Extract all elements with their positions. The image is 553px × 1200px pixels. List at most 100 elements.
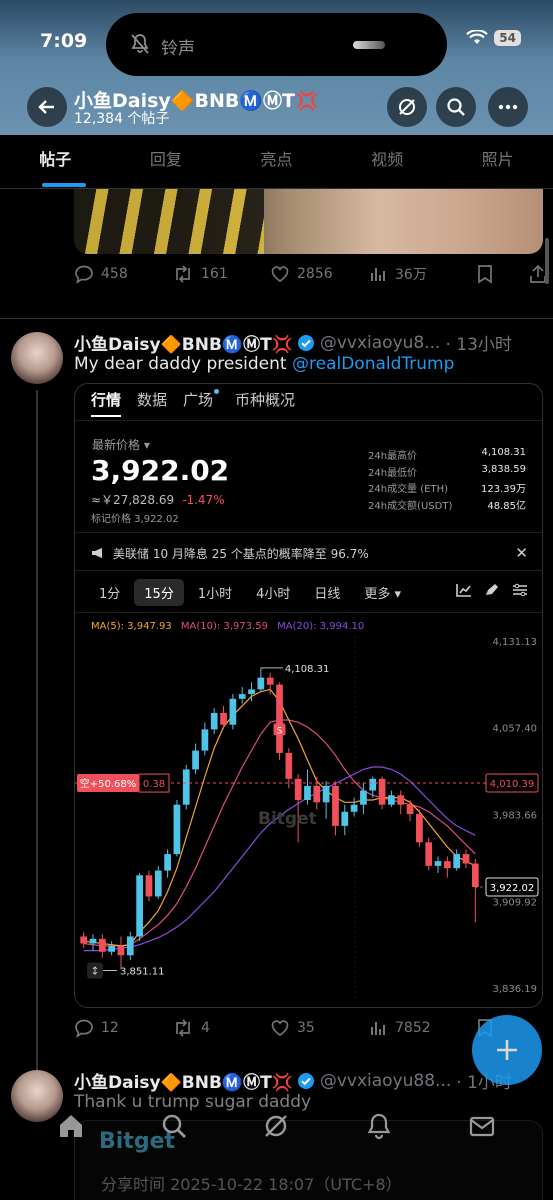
candle-body xyxy=(425,842,433,866)
price-cny: ≈￥27,828.69 -1.47% xyxy=(91,491,225,508)
author-name[interactable]: 小鱼Daisy🔶BNBⓂ️ⓂT💢 xyxy=(74,330,293,355)
mail-icon[interactable] xyxy=(468,1112,496,1140)
candle-body xyxy=(332,785,339,826)
candle-body xyxy=(350,804,358,812)
stat-value: 48.85亿 xyxy=(487,500,526,512)
repost-button[interactable]: 161 xyxy=(172,264,270,284)
search-button[interactable] xyxy=(436,87,476,127)
timeframe-more: 更多 ▾ xyxy=(364,587,402,602)
reply-button[interactable]: 458 xyxy=(74,264,172,284)
candle-body xyxy=(126,936,134,956)
chart-tools xyxy=(456,583,528,597)
stat-label: 24h最低价 xyxy=(368,467,418,479)
sell-marker-label: S xyxy=(277,726,283,736)
tab-photos[interactable]: 照片 xyxy=(442,135,553,188)
y-tick-label: 3,983.66 xyxy=(492,811,537,822)
views-icon xyxy=(371,1022,385,1035)
bell-icon[interactable] xyxy=(365,1112,393,1140)
wifi-icon xyxy=(466,30,489,44)
tab-highlights[interactable]: 亮点 xyxy=(221,135,332,188)
status-icons: 54 xyxy=(466,30,521,46)
ma10-label: MA(10): 3,973.59 xyxy=(180,621,268,632)
post-actions: 12 4 35 7852 xyxy=(74,1018,494,1038)
y-tick-label: 3,909.92 xyxy=(492,897,537,908)
previous-post-image[interactable] xyxy=(74,189,543,254)
candle-body xyxy=(471,863,479,888)
tab-replies[interactable]: 回复 xyxy=(111,135,222,188)
y-tick-label: 4,131.13 xyxy=(492,637,537,648)
bookmark-icon[interactable] xyxy=(476,264,494,284)
news-notice: 美联储 10 月降息 25 个基点的概率降至 96.7% ✕ xyxy=(91,544,528,562)
repost-button[interactable]: 4 xyxy=(172,1018,270,1038)
candle-body xyxy=(369,778,377,791)
search-icon[interactable] xyxy=(160,1112,188,1140)
mark-price: 标记价格 3,922.02 xyxy=(91,514,179,525)
y-tick-label: 3,836.19 xyxy=(492,984,537,995)
candle-body xyxy=(80,936,88,944)
timeframe-15m: 15分 xyxy=(134,579,184,606)
candle-body xyxy=(229,698,237,725)
more-button[interactable] xyxy=(488,87,528,127)
stat-label: 24h成交量 (ETH) xyxy=(368,484,448,495)
more-icon xyxy=(498,104,518,110)
candle-body xyxy=(145,875,153,897)
views-button[interactable]: 7852 xyxy=(368,1018,466,1038)
embed-divider xyxy=(75,420,542,421)
candle-body xyxy=(257,677,265,690)
back-button[interactable] xyxy=(27,87,67,127)
low-marker-icon: ↕ xyxy=(90,964,99,977)
candle-body xyxy=(136,875,143,937)
verified-badge-icon xyxy=(297,1072,314,1089)
tab-videos[interactable]: 视频 xyxy=(332,135,443,188)
author-handle[interactable]: @vvxiaoyu8... xyxy=(320,333,441,353)
candle-body xyxy=(173,804,181,855)
ma-legend: MA(5): 3,947.93 MA(10): 3,973.59 MA(20):… xyxy=(91,621,364,632)
author-handle[interactable]: @vvxiaoyu88... xyxy=(320,1071,451,1091)
bell-muted-icon xyxy=(131,34,149,54)
home-icon[interactable] xyxy=(57,1112,85,1140)
indicator-icon xyxy=(456,584,471,597)
embed-tabs: 行情 数据 广场 币种概况 xyxy=(91,389,295,417)
timeframe-1d: 日线 xyxy=(314,587,341,602)
reply-icon xyxy=(75,265,93,284)
avatar[interactable] xyxy=(11,332,63,384)
mention-link[interactable]: @realDonaldTrump xyxy=(292,354,454,374)
author-name[interactable]: 小鱼Daisy🔶BNBⓂ️ⓂT💢 xyxy=(74,1068,293,1093)
compose-button[interactable] xyxy=(472,1015,542,1085)
grok-icon xyxy=(399,99,415,115)
like-button[interactable]: 2856 xyxy=(270,264,368,284)
views-button[interactable]: 36万 xyxy=(368,264,466,284)
heart-icon xyxy=(271,1020,289,1036)
grok-button[interactable] xyxy=(387,87,427,127)
post-header: 小鱼Daisy🔶BNBⓂ️ⓂT💢 @vvxiaoyu8... · 13小时 xyxy=(74,330,512,356)
reply-count: 12 xyxy=(101,1020,119,1036)
price-change: -1.47% xyxy=(182,493,225,507)
candle-body xyxy=(266,677,274,685)
settings-icon xyxy=(513,583,527,597)
close-icon: ✕ xyxy=(515,544,528,562)
status-time: 7:09 xyxy=(40,30,88,52)
candle-body xyxy=(285,752,293,779)
reply-button[interactable]: 12 xyxy=(74,1018,172,1038)
bottom-navigation xyxy=(0,1100,553,1152)
candle-body xyxy=(192,750,199,770)
stat-value: 123.39万 xyxy=(481,484,526,495)
verified-badge-icon xyxy=(297,334,314,351)
post-time: · 13小时 xyxy=(445,335,512,355)
arrow-left-icon xyxy=(38,100,54,114)
candle-body xyxy=(416,814,423,843)
notice-text: 美联储 10 月降息 25 个基点的概率降至 96.7% xyxy=(113,546,369,561)
like-button[interactable]: 35 xyxy=(270,1018,368,1038)
candle-body xyxy=(248,689,255,695)
post-text-body: My dear daddy president xyxy=(74,354,292,374)
volume-bar xyxy=(353,41,385,49)
post-image-embed[interactable]: 行情 数据 广场 币种概况 最新价格 ▾ 3,922.02 ≈￥27,828.6… xyxy=(74,383,543,1008)
repost-icon xyxy=(176,1019,190,1037)
tab-posts[interactable]: 帖子 xyxy=(0,135,111,188)
post-divider xyxy=(0,318,553,319)
scrollbar[interactable] xyxy=(545,238,549,284)
grok-icon[interactable] xyxy=(262,1112,290,1140)
candle-body xyxy=(341,811,349,826)
short-tag-label: 空+50.68% xyxy=(80,777,137,790)
search-icon xyxy=(447,98,465,116)
